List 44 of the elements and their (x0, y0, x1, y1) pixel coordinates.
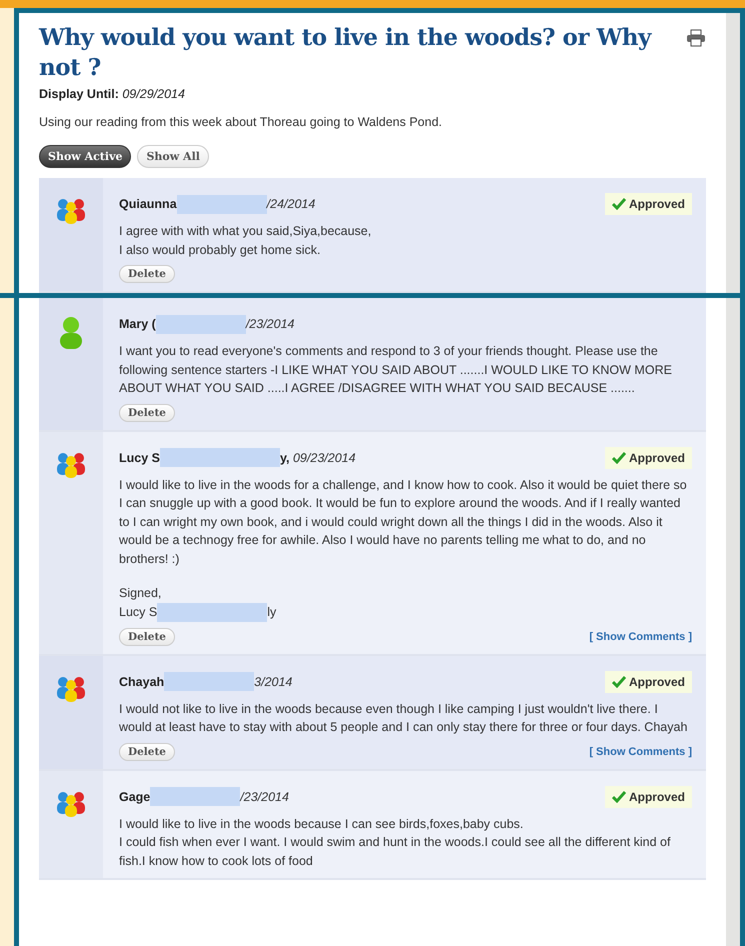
check-icon (612, 198, 626, 210)
comment-date: /23/2014 (240, 790, 289, 804)
check-icon (612, 676, 626, 688)
approved-badge: Approved (604, 446, 692, 468)
comment-text: I would like to live in the woods because I can see birds,foxes,baby cubs. (119, 816, 524, 833)
comment-text: I would not like to live in the woods because even though I like camping I just wouldn't live there. I would at least have to stay with about 5 people and I can only stay there for three or four days. Chayah (119, 700, 688, 736)
print-icon[interactable] (686, 29, 706, 47)
show-comments-link[interactable]: [ Show Comments ] (589, 746, 692, 758)
comment-date: /24/2014 (266, 197, 316, 211)
description: Using our reading from this week about Thoreau going to Waldens Pond. (39, 115, 444, 129)
delete-button[interactable]: Delete (119, 742, 175, 760)
delete-button[interactable]: Delete (119, 265, 175, 283)
approved-badge: Approved (604, 786, 692, 808)
people-group-icon (54, 196, 88, 226)
comment-date: /23/2014 (246, 317, 294, 331)
person-icon (58, 316, 84, 350)
author-name: Lucy S (119, 450, 160, 464)
comment-date: 3/2014 (254, 674, 292, 688)
comment-text: I want you to read everyone's comments and respond to 3 of your friends thought. Please use the following sentence starters -I LIKE WHAT YOU SAID ABOUT .......I WOULD LIKE TO KNOW MORE ABOUT WHAT YOU SAID .....I AGREE /DISAGREE WITH WHAT YOU SAID BECAUSE ....... (119, 343, 673, 397)
delete-button[interactable]: Delete (119, 628, 175, 646)
display-until-date: 09/29/2014 (122, 87, 185, 101)
approved-badge: Approved (604, 670, 692, 692)
author-name: Gage (119, 790, 150, 804)
filter-button[interactable]: Show All (137, 145, 209, 168)
comment-text: I also would probably get home sick. (119, 242, 322, 259)
comment-text: Signed, (119, 585, 162, 602)
author-name: Quiaunna (119, 197, 177, 211)
page-title: Why would you want to live in the woods? or Why not ? (39, 23, 653, 83)
comment-text: I could fish when ever I want. I would swim and hunt in the woods.I could see all the different kind of fish.I know how to cook lots of food (119, 834, 672, 870)
comment-text: I agree with with what you said,Siya,because, (119, 223, 372, 240)
signature-text: Lucy S (119, 604, 158, 621)
comment-text: I would like to live in the woods for a challenge, and I know how to cook. Also it would be quiet there so I can snuggle up with a good book. It would be fun to explore around the woods. And if I really wanted to I can wright my own book, and i would could wright down all the things I did in the woods. Also it would be a technogy free for awhile. Also I would have no parents telling me what to do, and no brothers! :) (119, 476, 688, 568)
check-icon (612, 452, 626, 464)
signature-text: ly (267, 604, 276, 621)
delete-button[interactable]: Delete (119, 404, 175, 422)
filter-button[interactable]: Show Active (39, 145, 132, 168)
check-icon (612, 790, 626, 802)
display-until-label: Display Until: (39, 87, 119, 101)
author-name: Chayah (119, 674, 164, 688)
author-name: Mary ( (119, 317, 156, 331)
author-name: y, (280, 450, 290, 464)
comment-date: 09/23/2014 (292, 450, 356, 464)
approved-badge: Approved (604, 193, 692, 215)
show-comments-link[interactable]: [ Show Comments ] (589, 630, 692, 642)
